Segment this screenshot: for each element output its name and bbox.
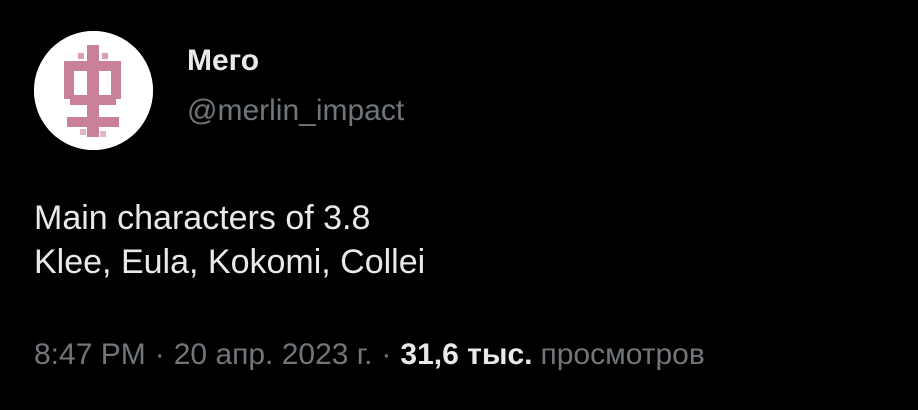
tweet-card: Мего @merlin_impact Main characters of 3…: [0, 0, 918, 410]
views-label: просмотров: [540, 338, 705, 371]
meta-separator: ·: [381, 338, 392, 371]
tweet-text: Main characters of 3.8 Klee, Eula, Kokom…: [34, 196, 425, 284]
meta-separator: ·: [154, 338, 165, 371]
author-handle[interactable]: @merlin_impact: [187, 93, 404, 129]
avatar[interactable]: [34, 31, 153, 150]
tweet-text-line: Klee, Eula, Kokomi, Collei: [34, 243, 426, 281]
tweet-text-line: Main characters of 3.8: [34, 199, 371, 237]
tweet-time[interactable]: 8:47 PM: [34, 338, 146, 371]
tweet-meta: 8:47 PM · 20 апр. 2023 г. · 31,6 тыс. просмот…: [34, 337, 705, 373]
pink-glyph-avatar-icon: [34, 31, 153, 150]
tweet-date[interactable]: 20 апр. 2023 г.: [174, 338, 373, 371]
author-name[interactable]: Мего: [187, 43, 259, 79]
views-count[interactable]: 31,6 тыс.: [400, 338, 532, 371]
